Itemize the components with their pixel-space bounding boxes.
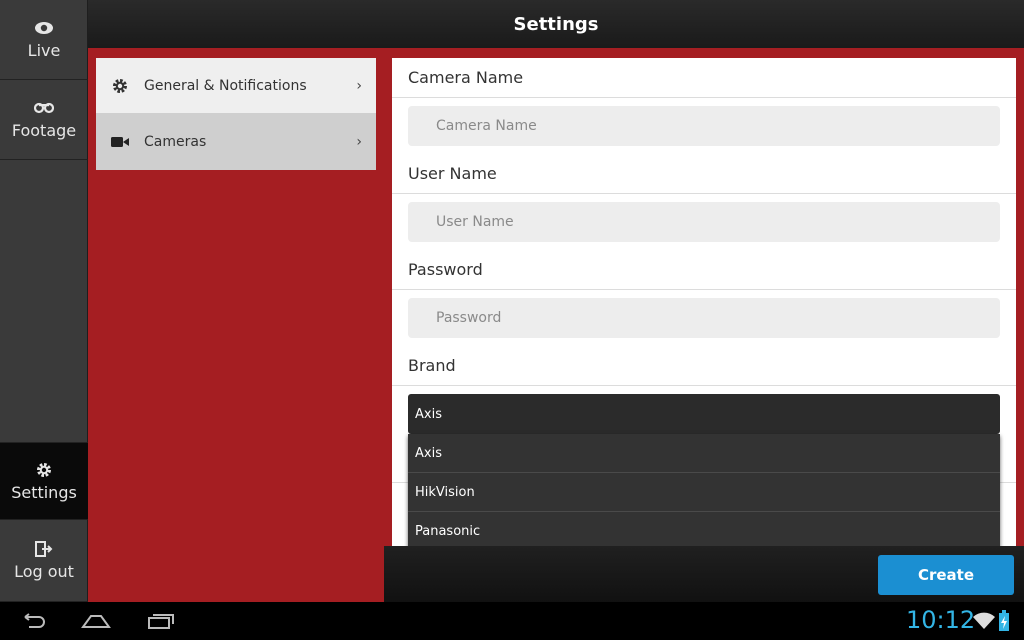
settings-submenu: General & Notifications › Cameras › xyxy=(96,58,376,170)
clock: 10:12 xyxy=(906,606,976,634)
user-name-input[interactable] xyxy=(408,202,1000,242)
nav-live-label: Live xyxy=(27,41,61,60)
submenu-item-general-notifications[interactable]: General & Notifications › xyxy=(96,58,376,114)
recent-apps-icon[interactable] xyxy=(146,610,176,632)
nav-footage[interactable]: Footage xyxy=(0,80,88,160)
password-input[interactable] xyxy=(408,298,1000,338)
create-button-label: Create xyxy=(917,566,975,584)
user-name-label: User Name xyxy=(408,164,497,183)
camera-name-label: Camera Name xyxy=(408,68,524,87)
brand-dropdown-list: Axis HikVision Panasonic xyxy=(408,434,1000,551)
eye-icon xyxy=(33,19,55,37)
brand-label: Brand xyxy=(408,356,456,375)
create-button[interactable]: Create xyxy=(878,555,1014,595)
option-label: Axis xyxy=(415,445,442,461)
tape-icon xyxy=(33,99,55,117)
divider xyxy=(392,193,1016,194)
brand-option-hikvision[interactable]: HikVision xyxy=(408,473,1000,512)
chevron-right-icon: › xyxy=(356,134,362,150)
nav-live[interactable]: Live xyxy=(0,0,88,80)
submenu-item-label: Cameras xyxy=(144,134,207,150)
nav-rail: Live Footage Settings Log out xyxy=(0,0,88,602)
chevron-right-icon: › xyxy=(356,77,362,94)
nav-settings[interactable]: Settings xyxy=(0,442,88,520)
divider xyxy=(392,97,1016,98)
video-camera-icon xyxy=(110,132,130,152)
back-icon[interactable] xyxy=(18,610,48,632)
option-label: Panasonic xyxy=(415,524,481,539)
page-title: Settings xyxy=(513,13,599,35)
nav-logout-label: Log out xyxy=(14,562,74,581)
nav-footage-label: Footage xyxy=(11,121,77,140)
camera-name-input[interactable] xyxy=(408,106,1000,146)
brand-option-axis[interactable]: Axis xyxy=(408,434,1000,473)
gear-icon xyxy=(33,461,55,479)
logout-icon xyxy=(33,540,55,558)
battery-icon xyxy=(998,610,1010,636)
submenu-item-label: General & Notifications xyxy=(144,77,307,94)
divider xyxy=(392,385,1016,386)
nav-settings-label: Settings xyxy=(11,482,77,502)
home-icon[interactable] xyxy=(80,610,112,632)
password-label: Password xyxy=(408,260,483,279)
wifi-icon xyxy=(972,612,996,634)
nav-logout[interactable]: Log out xyxy=(0,520,88,602)
gear-icon xyxy=(110,76,130,96)
brand-select[interactable]: Axis xyxy=(408,394,1000,434)
page-header: Settings xyxy=(88,0,1024,48)
option-label: HikVision xyxy=(415,484,475,500)
divider xyxy=(392,289,1016,290)
submenu-item-cameras[interactable]: Cameras › xyxy=(96,114,376,170)
system-navigation-bar xyxy=(0,602,1024,640)
brand-selected-value: Axis xyxy=(415,406,442,422)
